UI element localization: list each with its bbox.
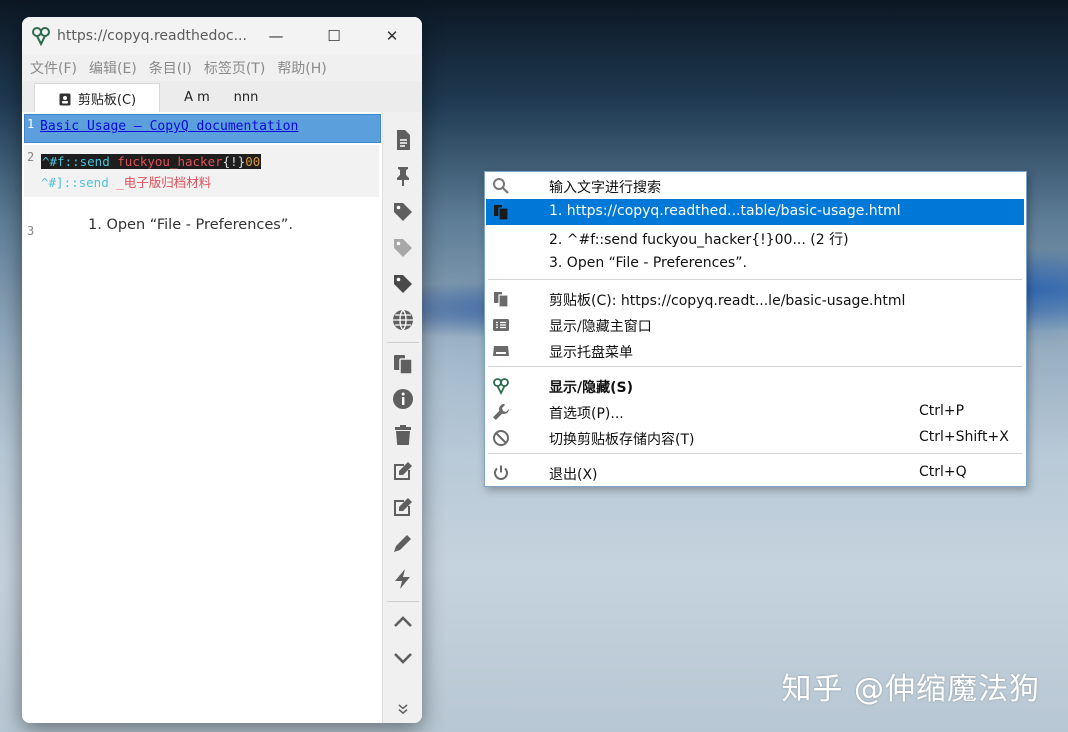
copyq-logo-icon [493, 378, 509, 395]
menu-separator [488, 453, 1022, 454]
new-item-icon[interactable] [389, 126, 417, 154]
menu-shortcut: Ctrl+Q [919, 464, 967, 480]
clipboard-stack-icon [494, 292, 509, 308]
menu-toggle-main-window[interactable]: 显示/隐藏主窗口 [486, 312, 1024, 338]
menu-tabs[interactable]: 标签页(T) [200, 58, 273, 78]
tray-icon [493, 346, 509, 356]
info-icon[interactable] [389, 385, 417, 413]
pencil-icon[interactable] [389, 529, 417, 557]
tag-light-icon[interactable] [389, 234, 417, 262]
menu-clip-item-1[interactable]: 1. https://copyq.readthed...table/basic-… [486, 199, 1024, 225]
tab-bar: 剪贴板(C) A m nnn [22, 81, 422, 113]
close-button[interactable]: ✕ [364, 17, 420, 55]
item-number: 2 [27, 150, 35, 164]
edit-external-icon[interactable] [389, 493, 417, 521]
globe-icon[interactable] [389, 306, 417, 334]
menu-item-label: 首选项(P)... [549, 406, 624, 422]
menu-edit[interactable]: 编辑(E) [85, 58, 145, 78]
tab-label: 剪贴板(C) [77, 93, 137, 108]
menu-item-label: 显示/隐藏(S) [549, 380, 633, 396]
copyq-logo-icon [32, 27, 50, 46]
tag-icon[interactable] [389, 198, 417, 226]
clipboard-stack-icon [494, 205, 509, 221]
menu-item-label: 退出(X) [549, 467, 598, 483]
code-token: ^#]::send [41, 175, 117, 190]
item-number: 3 [27, 224, 35, 238]
chevron-down-icon[interactable] [389, 644, 417, 672]
menu-separator [488, 279, 1022, 280]
menu-show-hide[interactable]: 显示/隐藏(S) [486, 373, 1024, 399]
menu-show-tray-menu[interactable]: 显示托盘菜单 [486, 338, 1024, 364]
menu-item-label: 1. https://copyq.readthed...table/basic-… [549, 203, 901, 219]
toolbar-separator [387, 342, 419, 343]
tab-clipboard[interactable]: 剪贴板(C) [34, 83, 160, 113]
power-icon [494, 465, 508, 480]
menu-preferences[interactable]: 首选项(P)... Ctrl+P [486, 399, 1024, 425]
menu-clip-item-2[interactable]: 2. ^#f::send fuckyou_hacker{!}00... (2 行… [486, 225, 1024, 251]
pin-icon[interactable] [389, 162, 417, 190]
copy-icon[interactable] [389, 349, 417, 377]
item-code-line: ^#f::send fuckyou_hacker{!}00 [41, 154, 262, 169]
item-number: 1 [27, 117, 35, 131]
menu-item-label: 显示/隐藏主窗口 [549, 319, 652, 335]
maximize-button[interactable]: ☐ [306, 17, 362, 55]
menu-bar: 文件(F) 编辑(E) 条目(I) 标签页(T) 帮助(H) [22, 55, 422, 81]
menu-exit[interactable]: 退出(X) Ctrl+Q [486, 460, 1024, 486]
menu-shortcut: Ctrl+Shift+X [919, 429, 1009, 445]
menu-file[interactable]: 文件(F) [26, 58, 85, 78]
window-title: https://copyq.readthedoc... [57, 28, 247, 44]
tray-context-menu: 输入文字进行搜索 1. https://copyq.readthed...tab… [484, 171, 1027, 487]
code-token: fuckyou_hacker [117, 154, 223, 169]
ban-icon [493, 430, 509, 446]
list-icon [493, 319, 509, 331]
tab-am[interactable]: A m [172, 83, 222, 112]
list-item-text[interactable]: 1. Open “File - Preferences”. [88, 217, 293, 233]
menu-help[interactable]: 帮助(H) [273, 58, 334, 78]
item-link-text[interactable]: Basic Usage — CopyQ documentation [40, 119, 298, 134]
code-token: _电子版归档材料 [116, 175, 212, 190]
menu-separator [488, 366, 1022, 367]
code-token: ^#f::send [42, 154, 118, 169]
menu-item-label: 2. ^#f::send fuckyou_hacker{!}00... (2 行… [549, 232, 849, 248]
copyq-main-window: https://copyq.readthedoc... — ☐ ✕ 文件(F) … [22, 17, 422, 723]
menu-shortcut: Ctrl+P [919, 403, 965, 419]
code-token: 00 [245, 154, 261, 169]
menu-item-label: 3. Open “File - Preferences”. [549, 255, 747, 271]
clipboard-icon [59, 93, 71, 105]
menu-item-label: 输入文字进行搜索 [549, 180, 661, 196]
title-bar[interactable]: https://copyq.readthedoc... — ☐ ✕ [22, 17, 422, 55]
tab-nnn[interactable]: nnn [222, 83, 270, 112]
trash-icon[interactable] [389, 421, 417, 449]
chevron-up-icon[interactable] [389, 608, 417, 636]
list-item[interactable]: 1 Basic Usage — CopyQ documentation [24, 114, 381, 143]
menu-item[interactable]: 条目(I) [145, 58, 200, 78]
menu-clip-item-3[interactable]: 3. Open “File - Preferences”. [486, 251, 1024, 277]
edit-icon[interactable] [389, 457, 417, 485]
menu-item-label: 剪贴板(C): https://copyq.readt...le/basic-u… [549, 293, 906, 309]
menu-toggle-clipboard-storing[interactable]: 切换剪贴板存储内容(T) Ctrl+Shift+X [486, 425, 1024, 451]
list-item[interactable]: 2 ^#f::send fuckyou_hacker{!}00 ^#]::sen… [24, 145, 379, 197]
wrench-icon [493, 404, 509, 420]
toolbar-separator [387, 601, 419, 602]
menu-item-label: 显示托盘菜单 [549, 345, 633, 361]
menu-search-item[interactable]: 输入文字进行搜索 [486, 173, 1024, 199]
search-icon [493, 178, 509, 194]
item-code-line: ^#]::send _电子版归档材料 [41, 172, 211, 191]
lightning-icon[interactable] [389, 565, 417, 593]
minimize-button[interactable]: — [248, 17, 304, 55]
clipboard-item-list[interactable]: 1 Basic Usage — CopyQ documentation 2 ^#… [22, 112, 382, 723]
tag-dark-icon[interactable] [389, 270, 417, 298]
menu-clipboard-tab[interactable]: 剪贴板(C): https://copyq.readt...le/basic-u… [486, 286, 1024, 312]
code-token: {!} [222, 154, 246, 169]
more-icon[interactable] [389, 699, 417, 719]
menu-item-label: 切换剪贴板存储内容(T) [549, 432, 695, 448]
item-toolbar [382, 112, 422, 723]
watermark-text: 知乎 @伸缩魔法狗 [781, 672, 1040, 707]
